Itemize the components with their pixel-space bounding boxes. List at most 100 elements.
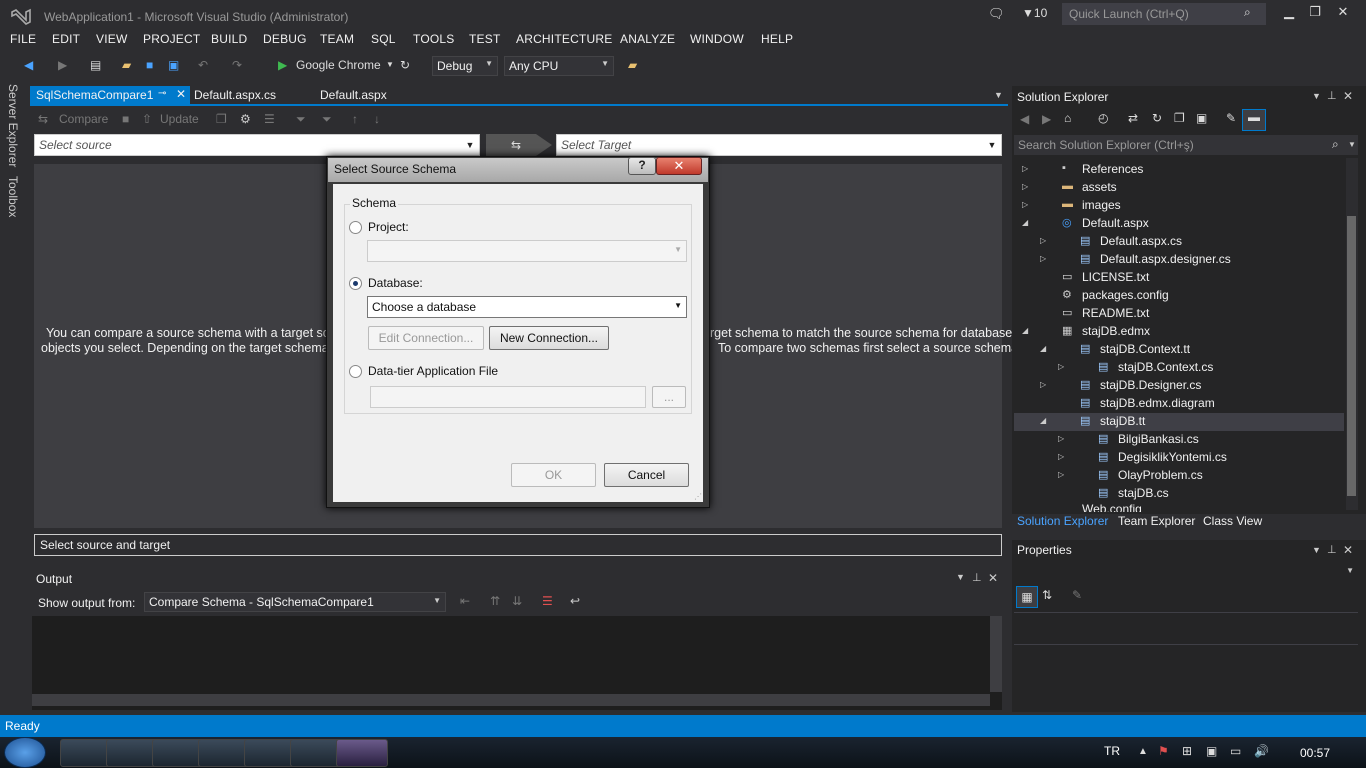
resize-grip-icon[interactable]: ⋰ <box>694 492 702 501</box>
expand-icon[interactable]: ▷ <box>1022 200 1028 209</box>
word-wrap-icon[interactable]: ↩ <box>570 594 580 608</box>
close-icon[interactable]: ✕ <box>1343 543 1353 557</box>
close-icon[interactable]: ✕ <box>176 87 186 101</box>
browser-selector[interactable]: Google Chrome <box>296 54 381 76</box>
next-change-icon[interactable]: ↓ <box>374 112 380 126</box>
property-pages-icon[interactable]: ✎ <box>1072 588 1082 602</box>
tab-default-aspx-cs[interactable]: Default.aspx.cs <box>188 86 282 105</box>
previous-change-icon[interactable]: ↑ <box>352 112 358 126</box>
menu-tools[interactable]: TOOLS <box>413 32 454 46</box>
notifications-indicator[interactable]: ▼10 <box>1022 6 1047 20</box>
expand-icon[interactable]: ▷ <box>1022 182 1028 191</box>
group-results-icon[interactable]: ☰ <box>264 112 275 126</box>
tree-item[interactable]: ⚙ packages.config <box>1014 286 1344 304</box>
edit-connection-button[interactable]: Edit Connection... <box>368 326 484 350</box>
start-button[interactable] <box>4 737 46 768</box>
refresh-icon[interactable]: ↻ <box>1152 111 1162 125</box>
tree-item[interactable]: ▷ ▬ images <box>1014 196 1344 214</box>
collapse-all-icon[interactable]: ❐ <box>1174 111 1185 125</box>
collapse-icon[interactable]: ◢ <box>1022 326 1028 335</box>
tree-item[interactable]: ▤ stajDB.cs <box>1014 484 1344 502</box>
project-combo[interactable]: ▼ <box>367 240 687 262</box>
chevron-down-icon[interactable]: ▼ <box>1312 545 1321 555</box>
spotify-taskbar-icon[interactable] <box>244 739 296 767</box>
menu-sql[interactable]: SQL <box>371 32 396 46</box>
compare-icon[interactable]: ⇆ <box>38 112 48 126</box>
server-explorer-tab[interactable]: Server Explorer <box>6 84 20 167</box>
platform-combo[interactable]: Any CPU ▼ <box>504 56 614 76</box>
new-project-icon[interactable]: ▤ <box>90 54 101 76</box>
properties-wrench-icon[interactable]: ✎ <box>1226 111 1236 125</box>
collapse-icon[interactable]: ◢ <box>1022 218 1028 227</box>
ok-button[interactable]: OK <box>511 463 596 487</box>
tree-item[interactable]: ▷ ▬ assets <box>1014 178 1344 196</box>
forward-icon[interactable]: ▶ <box>58 54 67 76</box>
tree-item[interactable]: ◢ ◎ Default.aspx <box>1014 214 1344 232</box>
device-icon[interactable]: ▣ <box>1206 744 1217 758</box>
expand-icon[interactable]: ▷ <box>1022 164 1028 173</box>
output-source-combo[interactable]: Compare Schema - SqlSchemaCompare1 ▼ <box>144 592 446 612</box>
output-vertical-scrollbar[interactable] <box>990 616 1002 692</box>
expand-icon[interactable]: ▷ <box>1058 362 1064 371</box>
pending-changes-icon[interactable]: ◴ <box>1098 111 1108 125</box>
find-in-files-icon[interactable]: ▰ <box>628 54 637 76</box>
output-horizontal-scrollbar[interactable] <box>32 694 990 706</box>
tree-item[interactable]: ◢ ▤ stajDB.tt <box>1014 412 1344 430</box>
stop-icon[interactable]: ■ <box>122 112 129 126</box>
visual-studio-taskbar-icon[interactable] <box>336 739 388 767</box>
windows-icon[interactable]: ⊞ <box>1182 744 1192 758</box>
pin-icon[interactable]: ⊸ <box>158 88 166 99</box>
menu-window[interactable]: WINDOW <box>690 32 744 46</box>
maximize-button[interactable]: ❐ <box>1302 4 1328 24</box>
tree-item[interactable]: ▷ ▤ stajDB.Context.cs <box>1014 358 1344 376</box>
menu-test[interactable]: TEST <box>469 32 500 46</box>
tree-item[interactable]: ▷ ▤ OlayProblem.cs <box>1014 466 1344 484</box>
chevron-down-icon[interactable]: ▼ <box>994 90 1003 100</box>
tree-item[interactable]: ▤ stajDB.edmx.diagram <box>1014 394 1344 412</box>
open-file-icon[interactable]: ▰ <box>122 54 131 76</box>
tree-item[interactable]: ◢ ▤ stajDB.Context.tt <box>1014 340 1344 358</box>
start-debugging-icon[interactable]: ▶ <box>278 54 287 76</box>
tab-default-aspx[interactable]: Default.aspx <box>314 86 393 105</box>
clock[interactable]: 00:57 <box>1300 746 1330 760</box>
database-combo[interactable]: Choose a database ▼ <box>367 296 687 318</box>
swap-source-target-icon[interactable]: ⇆ <box>486 134 554 156</box>
show-hidden-icons-icon[interactable]: ▲ <box>1138 746 1148 757</box>
refresh-icon[interactable]: ↻ <box>400 54 410 76</box>
tree-item[interactable]: ▷ ▤ Default.aspx.designer.cs <box>1014 250 1344 268</box>
save-all-icon[interactable]: ▣ <box>168 54 179 76</box>
expand-icon[interactable]: ▷ <box>1040 380 1046 389</box>
tree-item[interactable]: ▷ ▪ References <box>1014 160 1344 178</box>
configuration-combo[interactable]: Debug ▼ <box>432 56 498 76</box>
tree-item[interactable]: ▷ ▤ DegisiklikYontemi.cs <box>1014 448 1344 466</box>
database-radio[interactable] <box>349 277 362 290</box>
expand-icon[interactable]: ▷ <box>1058 434 1064 443</box>
options-gear-icon[interactable]: ⚙ <box>240 112 251 126</box>
tree-item[interactable]: ▷ ▤ Default.aspx.cs <box>1014 232 1344 250</box>
skype-taskbar-icon[interactable] <box>152 739 204 767</box>
tree-item[interactable]: ▭ README.txt <box>1014 304 1344 322</box>
categorized-icon[interactable]: ▦ <box>1016 586 1038 608</box>
alphabetical-icon[interactable]: ⇅ <box>1042 588 1052 602</box>
close-icon[interactable]: ✕ <box>1343 89 1353 103</box>
new-connection-button[interactable]: New Connection... <box>489 326 609 350</box>
source-selector[interactable]: Select source ▼ <box>34 134 480 156</box>
network-icon[interactable]: ▭ <box>1230 744 1241 758</box>
properties-object-combo[interactable]: ▼ <box>1014 562 1358 582</box>
quick-launch-input[interactable]: Quick Launch (Ctrl+Q) <box>1062 3 1266 25</box>
expand-icon[interactable]: ▷ <box>1058 470 1064 479</box>
tab-class-view[interactable]: Class View <box>1203 514 1262 528</box>
dacpac-path-input[interactable] <box>370 386 646 408</box>
chevron-down-icon[interactable]: ▼ <box>1348 140 1356 149</box>
language-indicator[interactable]: TR <box>1104 744 1120 758</box>
menu-help[interactable]: HELP <box>761 32 793 46</box>
save-icon[interactable]: ■ <box>146 54 153 76</box>
update-icon[interactable]: ⇧ <box>142 112 152 126</box>
project-radio[interactable] <box>349 221 362 234</box>
expand-icon[interactable]: ▷ <box>1058 452 1064 461</box>
close-icon[interactable]: ✕ <box>988 571 998 585</box>
help-button[interactable]: ? <box>628 157 656 175</box>
target-selector[interactable]: Select Target ▼ <box>556 134 1002 156</box>
tab-solution-explorer[interactable]: Solution Explorer <box>1017 514 1108 528</box>
undo-icon[interactable]: ↶ <box>198 54 208 76</box>
